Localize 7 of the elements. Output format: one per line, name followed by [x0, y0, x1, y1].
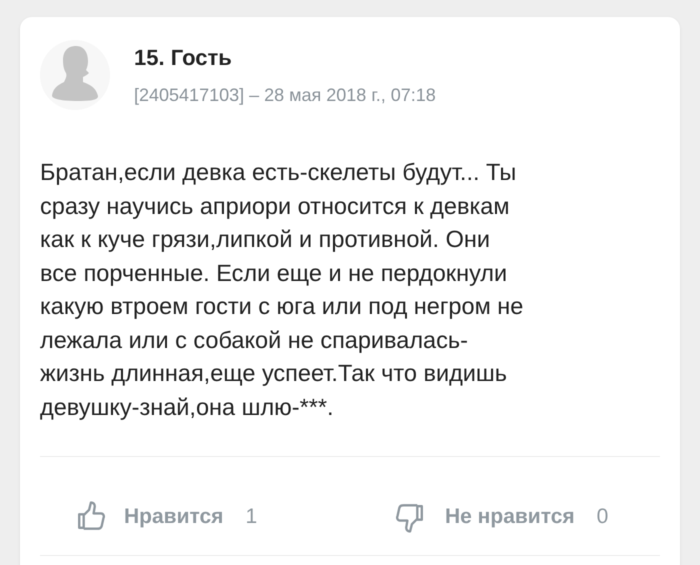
comment-text: Братан,если девка есть-скелеты будут... Ты сразу научись априори относится к девкам как к куче грязи,липкой и противной. Они все порченные. Если еще и не пердокнули какую втроем гости с юга или под негром не лежала или с собакой не спаривалась- жизнь длинная,еще успеет.Так что видишь девушку-знай,она шлю-***. [40, 158, 524, 422]
dislike-button[interactable]: Не нравится [393, 499, 575, 535]
reaction-count: 0 [596, 504, 608, 530]
comment-meta: [2405417103] – 28 мая 2018 г., 07:18 [134, 84, 436, 108]
reaction-count: 1 [245, 504, 258, 530]
like-button[interactable]: Нравится [72, 499, 224, 535]
author-name: 15. Гость [134, 45, 233, 72]
